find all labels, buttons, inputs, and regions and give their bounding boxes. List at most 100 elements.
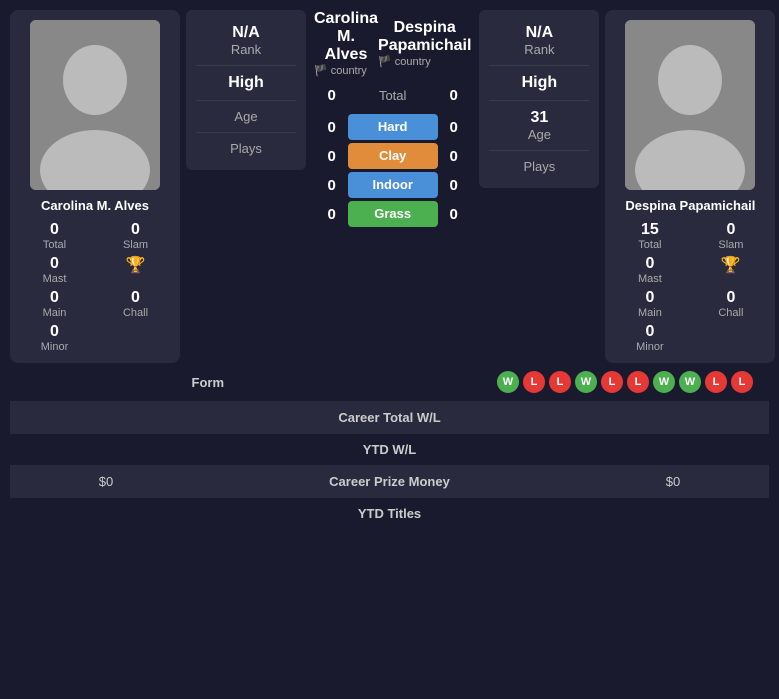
left-trophy-icon: 🏆: [126, 255, 146, 275]
right-high-block: High: [489, 66, 589, 101]
grass-row: 0 Grass 0: [314, 201, 471, 227]
badge-6: L: [627, 371, 649, 393]
left-main-value: 0: [50, 289, 59, 307]
prize-right: $0: [593, 474, 753, 489]
left-country-text: country: [331, 65, 367, 77]
center-right-header: DespinaPapamichail 🏴 country: [378, 19, 471, 68]
form-badges: W L L W L L W W L L: [390, 371, 754, 393]
center-area: Carolina M.Alves 🏴 country DespinaPapami…: [314, 10, 471, 227]
left-chall-value: 0: [131, 289, 140, 307]
right-minor-value: 0: [645, 323, 654, 341]
career-wl-label: Career Total W/L: [26, 410, 753, 425]
grass-left: 0: [322, 206, 342, 223]
left-side-stats: N/A Rank High Age Plays: [186, 10, 306, 170]
right-total-stat: 15 Total: [615, 221, 684, 251]
left-plays-label: Plays: [196, 141, 296, 156]
form-row: Form W L L W L L W W L L: [10, 363, 769, 402]
right-mast-stat: 0 Mast: [615, 255, 684, 285]
left-age-label: Age: [196, 109, 296, 124]
ytd-wl-row: YTD W/L: [10, 434, 769, 466]
right-total-label: Total: [638, 239, 661, 251]
left-country-icon: 🏴: [314, 64, 328, 77]
left-mast-stat: 0 Mast: [20, 255, 89, 285]
right-plays-label: Plays: [489, 159, 589, 174]
badge-9: L: [705, 371, 727, 393]
total-left-score: 0: [322, 87, 342, 104]
total-row: 0 Total 0: [322, 87, 464, 104]
right-plays-block: Plays: [489, 151, 589, 182]
left-player-section: Carolina M. Alves 0 Total 0 Slam 0 Mast: [10, 10, 306, 363]
left-minor-value: 0: [50, 323, 59, 341]
right-rank-value: N/A: [489, 24, 589, 42]
right-high-value: High: [489, 74, 589, 92]
badge-2: L: [523, 371, 545, 393]
right-side-stats: N/A Rank High 31 Age Plays: [479, 10, 599, 188]
clay-row: 0 Clay 0: [314, 143, 471, 169]
indoor-right: 0: [444, 177, 464, 194]
left-slam-stat: 0 Slam: [101, 221, 170, 251]
indoor-left: 0: [322, 177, 342, 194]
form-label: Form: [26, 375, 390, 390]
hard-left: 0: [322, 119, 342, 136]
ytd-titles-label: YTD Titles: [26, 506, 753, 521]
center-right-name: DespinaPapamichail: [378, 19, 471, 55]
grass-right: 0: [444, 206, 464, 223]
badge-5: L: [601, 371, 623, 393]
left-rank-value: N/A: [196, 24, 296, 42]
center-left-header: Carolina M.Alves 🏴 country: [314, 10, 378, 77]
left-main-label: Main: [43, 307, 67, 319]
badge-8: W: [679, 371, 701, 393]
right-age-label: Age: [489, 127, 589, 142]
players-top: Carolina M. Alves 0 Total 0 Slam 0 Mast: [10, 10, 769, 363]
right-player-section: N/A Rank High 31 Age Plays: [479, 10, 775, 363]
right-country-text: country: [395, 56, 431, 68]
left-minor-label: Minor: [41, 341, 69, 353]
right-age-block: 31 Age: [489, 101, 589, 151]
left-minor-stat: 0 Minor: [20, 323, 89, 353]
main-container: Carolina M. Alves 0 Total 0 Slam 0 Mast: [0, 0, 779, 539]
badge-10: L: [731, 371, 753, 393]
right-minor-label: Minor: [636, 341, 664, 353]
right-main-value: 0: [645, 289, 654, 307]
left-chall-label: Chall: [123, 307, 148, 319]
right-player-card: Despina Papamichail 15 Total 0 Slam 0 Ma…: [605, 10, 775, 363]
prize-label: Career Prize Money: [186, 474, 593, 489]
surface-scores: 0 Hard 0 0 Clay 0 0 Indoor 0 0 Grass: [314, 114, 471, 227]
right-main-stat: 0 Main: [615, 289, 684, 319]
left-player-name: Carolina M. Alves: [41, 198, 149, 213]
hard-right: 0: [444, 119, 464, 136]
left-total-label: Total: [43, 239, 66, 251]
right-chall-value: 0: [726, 289, 735, 307]
left-age-block: Age: [196, 101, 296, 133]
left-rank-block: N/A Rank: [196, 16, 296, 66]
left-mast-value: 0: [50, 255, 59, 273]
right-age-value: 31: [489, 109, 589, 127]
center-left-name: Carolina M.Alves: [314, 10, 378, 64]
ytd-wl-label: YTD W/L: [26, 442, 753, 457]
right-slam-value: 0: [726, 221, 735, 239]
badge-3: L: [549, 371, 571, 393]
indoor-btn: Indoor: [348, 172, 438, 198]
left-rank-label: Rank: [196, 42, 296, 57]
left-total-value: 0: [50, 221, 59, 239]
right-player-name: Despina Papamichail: [625, 198, 755, 213]
center-right-country: 🏴 country: [378, 55, 471, 68]
right-slam-label: Slam: [718, 239, 743, 251]
left-high-value: High: [196, 74, 296, 92]
right-stats-grid: 15 Total 0 Slam 0 Mast 🏆 0: [615, 221, 765, 353]
right-rank-label: Rank: [489, 42, 589, 57]
ytd-titles-row: YTD Titles: [10, 498, 769, 529]
right-chall-stat: 0 Chall: [696, 289, 765, 319]
right-trophy-stat: 🏆: [696, 255, 765, 285]
left-plays-block: Plays: [196, 133, 296, 164]
left-high-block: High: [196, 66, 296, 101]
clay-right: 0: [444, 148, 464, 165]
right-chall-label: Chall: [718, 307, 743, 319]
total-label: Total: [348, 88, 438, 103]
badge-7: W: [653, 371, 675, 393]
left-total-stat: 0 Total: [20, 221, 89, 251]
right-mast-label: Mast: [638, 273, 662, 285]
grass-btn: Grass: [348, 201, 438, 227]
left-main-stat: 0 Main: [20, 289, 89, 319]
left-slam-label: Slam: [123, 239, 148, 251]
